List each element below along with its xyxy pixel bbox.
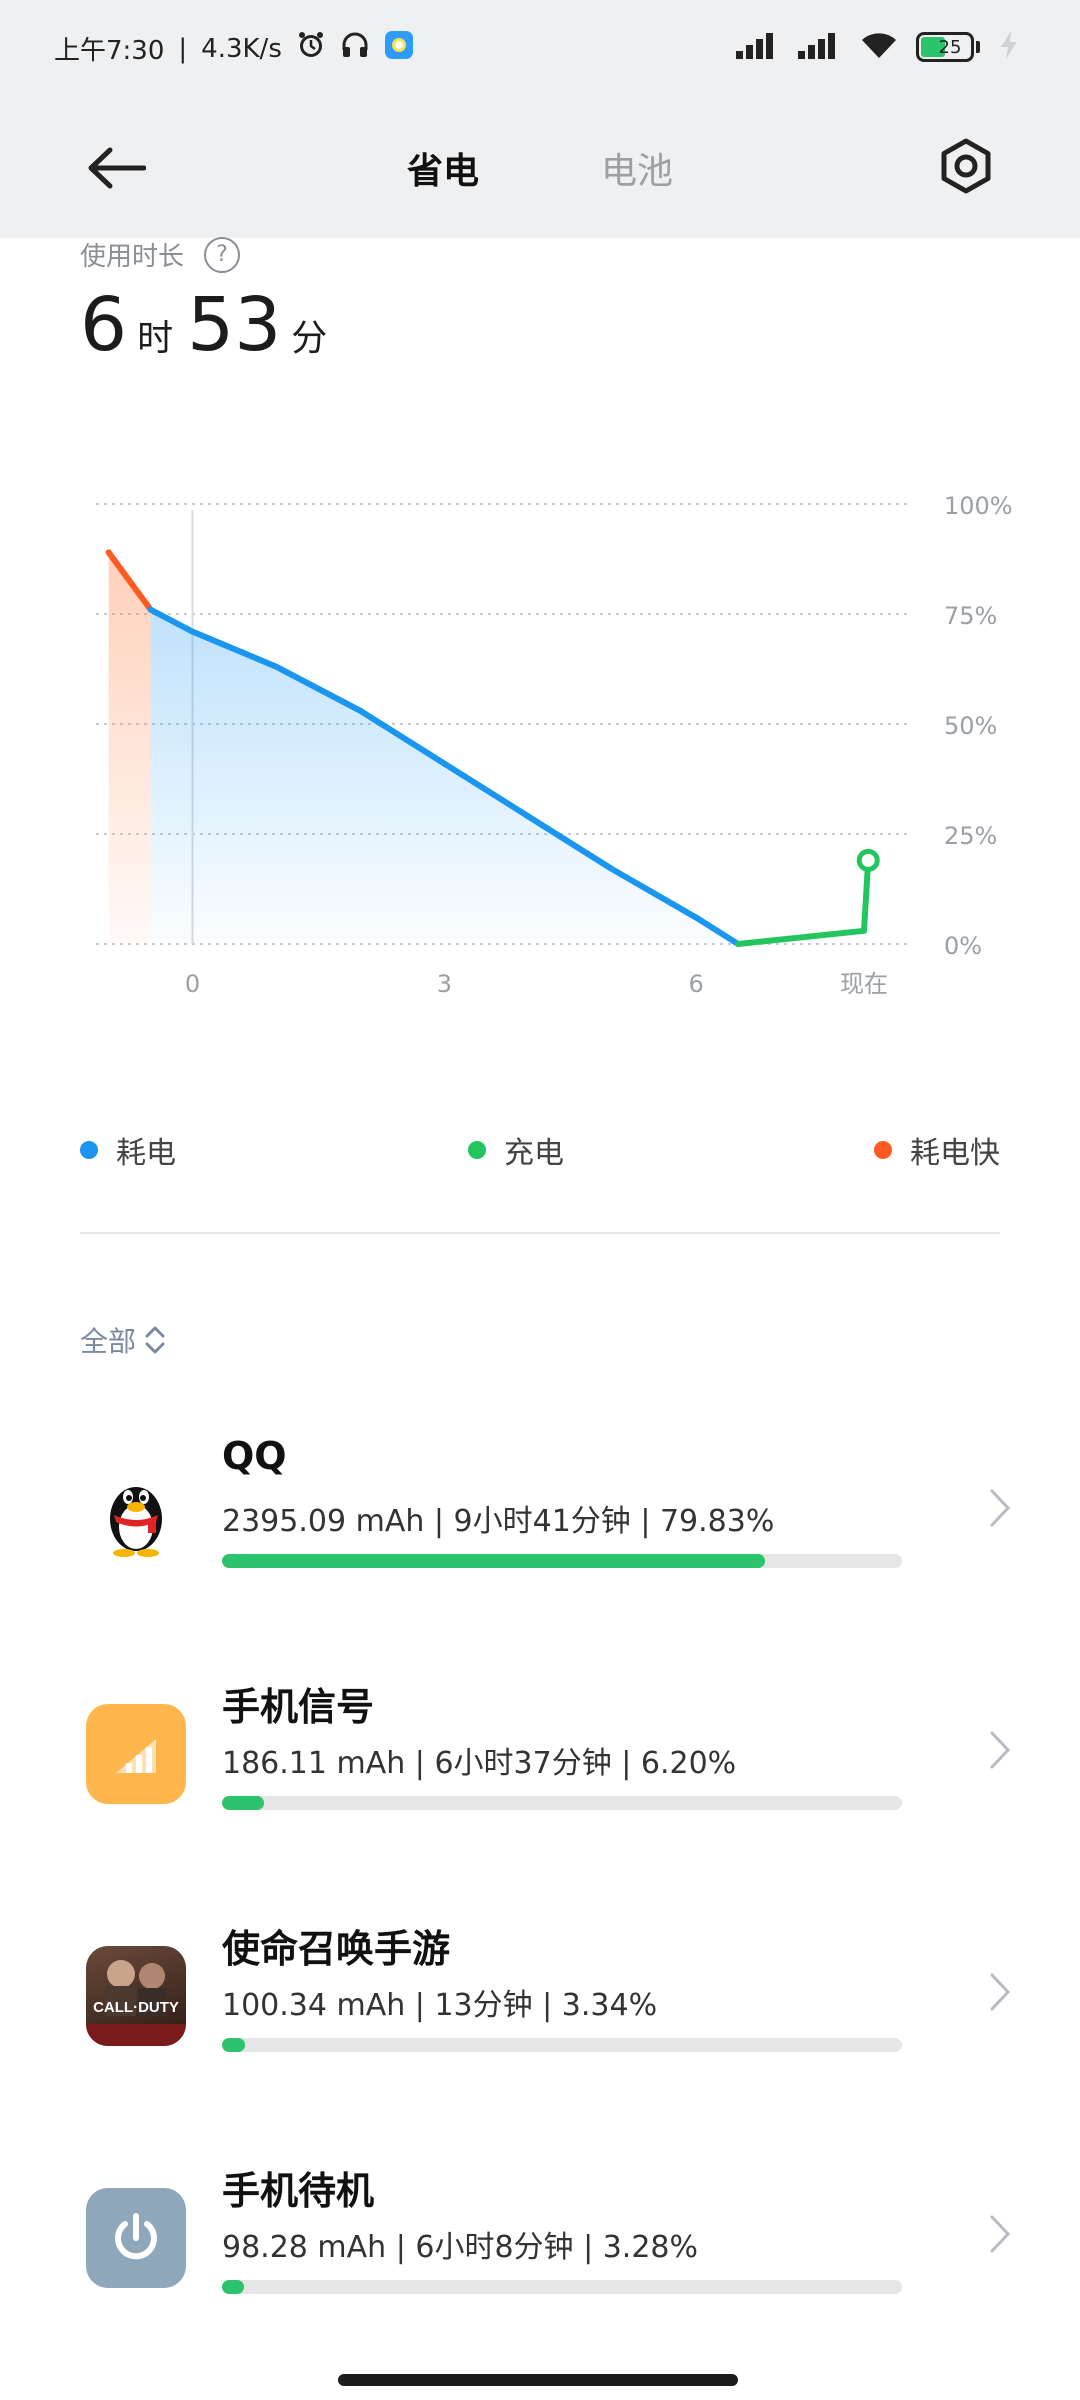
- chevron-right-icon: [980, 1972, 1020, 2012]
- tab-battery[interactable]: 电池: [595, 134, 679, 202]
- qq-penguin-icon: [86, 1462, 186, 1562]
- x-tick-label: 现在: [840, 970, 888, 998]
- usage-bar-fill: [222, 2280, 245, 2294]
- x-tick-label: 0: [185, 970, 200, 998]
- chevron-right-icon: [980, 2214, 1020, 2254]
- usage-time-label: 使用时长: [80, 242, 185, 272]
- filter-label: 全部: [80, 1325, 137, 1358]
- usage-bar-fill: [222, 1554, 765, 1568]
- battery-level-chart: 100% 75% 50% 25% 0% 0 3 6 现在: [96, 492, 1013, 998]
- app-row-standby[interactable]: 手机待机 98.28 mAh | 6小时8分钟 | 3.28%: [0, 2146, 1080, 2386]
- signal-icon: [736, 31, 780, 63]
- series-area: [108, 552, 151, 944]
- home-indicator[interactable]: [338, 2374, 738, 2386]
- y-tick-label: 0%: [944, 932, 982, 960]
- alarm-icon: [296, 30, 326, 67]
- chevron-right-icon: [980, 1488, 1020, 1528]
- current-level-marker: [856, 848, 880, 872]
- call-of-duty-icon: CALL·DUTY: [86, 1946, 186, 2046]
- app-name: QQ: [222, 1434, 287, 1478]
- usage-time-label-row: 使用时长 ?: [80, 236, 241, 273]
- legend-label-charge: 充电: [504, 1136, 564, 1171]
- battery-icon: 25: [916, 32, 980, 62]
- status-net-speed: 4.3K/s: [201, 33, 282, 64]
- legend-item-charge: 充电: [468, 1128, 564, 1172]
- usage-bar-track: [222, 2038, 902, 2052]
- app-name: 手机信号: [222, 1685, 375, 1729]
- sort-updown-icon: [145, 1326, 165, 1354]
- game-logo-text: CALL·DUTY: [93, 1999, 179, 2016]
- app-stats: 100.34 mAh | 13分钟 | 3.34%: [222, 1988, 658, 2023]
- usage-time-value: 6 时 53 分: [80, 282, 341, 368]
- help-icon[interactable]: ?: [204, 236, 241, 273]
- usage-minutes-unit: 分: [291, 318, 328, 359]
- app-row-call-of-duty[interactable]: CALL·DUTY 使命召唤手游 100.34 mAh | 13分钟 | 3.3…: [0, 1904, 1080, 2144]
- wifi-icon: [860, 30, 898, 64]
- y-tick-label: 100%: [944, 492, 1013, 520]
- y-tick-label: 75%: [944, 602, 997, 630]
- series-line: [735, 857, 872, 947]
- app-stats: 2395.09 mAh | 9小时41分钟 | 79.83%: [222, 1504, 775, 1539]
- usage-bar-track: [222, 1796, 902, 1810]
- app-notification-icon: [384, 30, 414, 67]
- settings-icon: [941, 138, 991, 194]
- app-name: 手机待机: [222, 2169, 375, 2213]
- battery-level: 25: [938, 36, 962, 58]
- power-icon: [86, 2188, 186, 2288]
- legend-label-drain: 耗电: [116, 1136, 176, 1171]
- tab-bar: 省电 电池: [0, 134, 1080, 202]
- signal-icon: [798, 31, 842, 63]
- app-header: 省电 电池: [0, 104, 1080, 238]
- usage-bar-fill: [222, 1796, 265, 1810]
- tab-power-saving[interactable]: 省电: [401, 134, 485, 202]
- legend-dot-drain: [80, 1141, 98, 1159]
- filter-dropdown[interactable]: 全部: [80, 1320, 166, 1360]
- usage-minutes: 53: [187, 282, 282, 368]
- settings-button[interactable]: [928, 128, 1004, 204]
- chevron-right-icon: [980, 1730, 1020, 1770]
- top-bar: 上午7:30 | 4.3K/s 25 省电 电池: [0, 0, 1080, 238]
- legend-dot-charge: [468, 1141, 486, 1159]
- headphones-icon: [340, 30, 370, 67]
- signal-bars-icon: [86, 1704, 186, 1804]
- usage-hours: 6: [80, 282, 128, 368]
- status-separator: |: [178, 33, 188, 64]
- chart-legend: 耗电 充电 耗电快: [80, 1128, 1000, 1176]
- app-stats: 98.28 mAh | 6小时8分钟 | 3.28%: [222, 2230, 699, 2265]
- charging-icon: [998, 30, 1020, 64]
- status-time: 上午7:30: [54, 36, 165, 66]
- usage-hours-unit: 时: [137, 318, 174, 359]
- app-stats: 186.11 mAh | 6小时37分钟 | 6.20%: [222, 1746, 737, 1781]
- usage-bar-fill: [222, 2038, 245, 2052]
- y-tick-label: 50%: [944, 712, 997, 740]
- legend-label-fast-drain: 耗电快: [910, 1136, 1000, 1171]
- legend-dot-fast-drain: [874, 1141, 892, 1159]
- x-tick-label: 3: [437, 970, 452, 998]
- legend-item-fast-drain: 耗电快: [874, 1128, 1000, 1172]
- legend-item-drain: 耗电: [80, 1128, 176, 1172]
- usage-bar-track: [222, 2280, 902, 2294]
- app-name: 使命召唤手游: [222, 1927, 451, 1971]
- app-row-qq[interactable]: QQ 2395.09 mAh | 9小时41分钟 | 79.83%: [0, 1420, 1080, 1660]
- section-divider: [80, 1232, 1000, 1234]
- y-tick-label: 25%: [944, 822, 997, 850]
- app-row-mobile-signal[interactable]: 手机信号 186.11 mAh | 6小时37分钟 | 6.20%: [0, 1662, 1080, 1902]
- usage-bar-track: [222, 1554, 902, 1568]
- status-bar: 上午7:30 | 4.3K/s 25: [0, 0, 1080, 104]
- x-tick-label: 6: [689, 970, 704, 998]
